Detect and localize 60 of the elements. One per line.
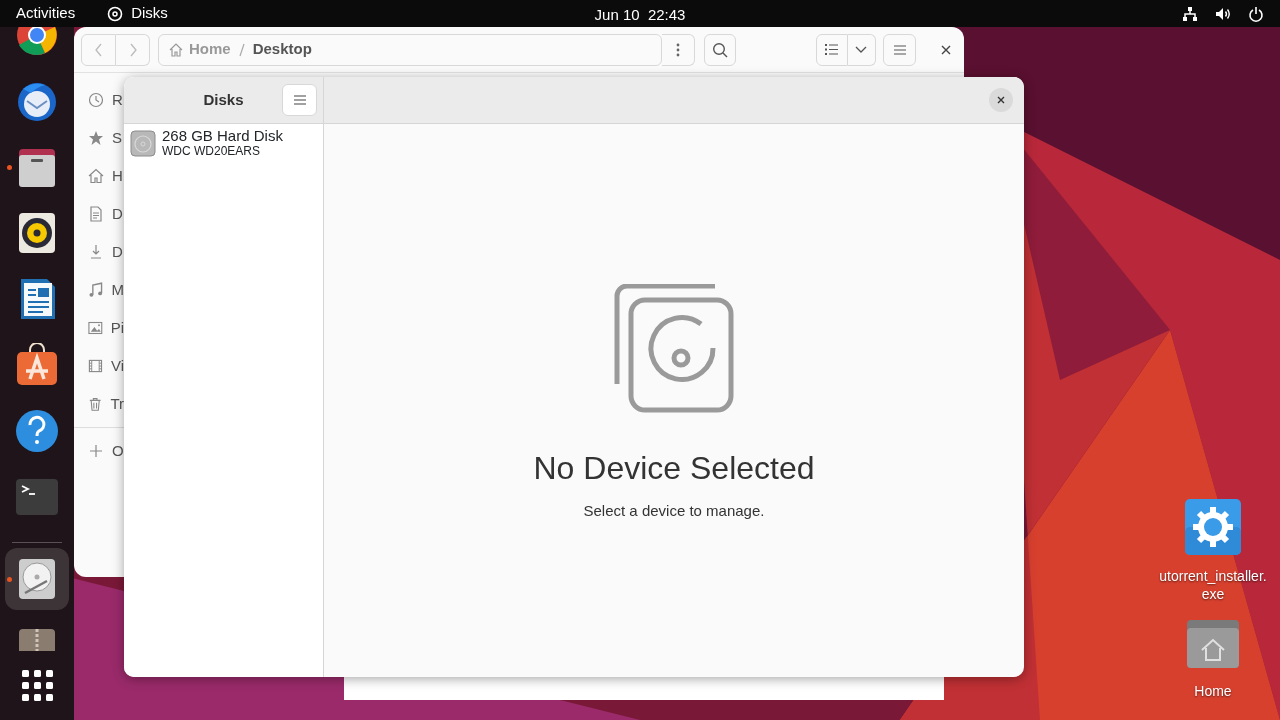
network-icon[interactable]	[1182, 5, 1198, 22]
path-bar[interactable]: Home Desktop	[158, 33, 663, 66]
sidebar-item[interactable]: H	[112, 164, 123, 188]
disk-icon	[613, 284, 735, 414]
clock[interactable]: Jun 10 22:43	[594, 4, 686, 27]
search-button[interactable]	[704, 33, 736, 66]
star-icon[interactable]	[88, 130, 104, 146]
more-icon	[676, 42, 681, 57]
clock-icon[interactable]	[88, 92, 104, 108]
gear-icon[interactable]	[1185, 499, 1241, 555]
window-title: Disks	[203, 89, 244, 110]
device-model: WDC WD20EARS	[162, 144, 261, 158]
main-menu-button[interactable]	[882, 33, 917, 66]
back-icon	[93, 42, 104, 57]
home-icon	[169, 42, 183, 57]
activities-button[interactable]: Activities	[16, 2, 76, 25]
device-name: 268 GB Hard Disk	[162, 128, 283, 145]
sidebar-item[interactable]: D	[112, 202, 123, 226]
chevron-down-icon	[855, 45, 868, 54]
list-icon	[825, 44, 839, 55]
menu-button[interactable]	[282, 84, 317, 116]
close-button[interactable]	[989, 88, 1013, 112]
sidebar-item[interactable]: Pi	[110, 316, 124, 340]
device-row[interactable]: 268 GB Hard Disk WDC WD20EARS	[124, 124, 323, 162]
sidebar-item[interactable]: O	[112, 439, 124, 463]
disk-icon	[107, 5, 124, 22]
sidebar-item[interactable]: Tr	[110, 392, 124, 416]
image-icon[interactable]	[88, 320, 103, 336]
sidebar-item[interactable]: Vi	[110, 354, 124, 378]
menu-icon	[293, 95, 306, 105]
active-app-highlight[interactable]	[5, 548, 69, 610]
search-icon	[712, 41, 729, 58]
sidebar-item[interactable]: S	[112, 126, 122, 150]
file-label[interactable]: Home	[1194, 682, 1232, 700]
close-icon	[997, 96, 1005, 104]
music-note-icon[interactable]	[88, 282, 104, 298]
download-icon[interactable]	[88, 244, 104, 260]
list-view-button[interactable]	[815, 33, 848, 66]
plus-icon[interactable]	[88, 443, 104, 459]
film-icon[interactable]	[88, 358, 103, 374]
menu-icon	[893, 44, 906, 55]
app-grid-icon[interactable]	[21, 670, 53, 701]
app-menu[interactable]: Disks	[107, 2, 168, 25]
help-icon[interactable]	[15, 409, 59, 453]
sidebar-item[interactable]: D	[112, 240, 123, 264]
sidebar-item[interactable]: M	[111, 278, 124, 302]
home-icon[interactable]	[88, 168, 104, 184]
shopping-bag-icon[interactable]	[15, 343, 59, 387]
power-icon[interactable]	[1248, 5, 1264, 22]
close-icon	[940, 44, 951, 55]
separator-icon	[238, 42, 245, 57]
file-label[interactable]: exe	[1201, 585, 1225, 603]
hard-drive-icon	[130, 128, 156, 157]
empty-state-title: No Device Selected	[533, 452, 815, 484]
empty-state-subtitle: Select a device to manage.	[583, 501, 765, 521]
trash-icon[interactable]	[88, 396, 103, 412]
view-options-button[interactable]	[847, 33, 876, 66]
path-segment[interactable]: Desktop	[252, 38, 312, 61]
sidebar-item[interactable]: R	[112, 88, 123, 112]
file-label[interactable]: utorrent_installer.	[1159, 567, 1267, 585]
